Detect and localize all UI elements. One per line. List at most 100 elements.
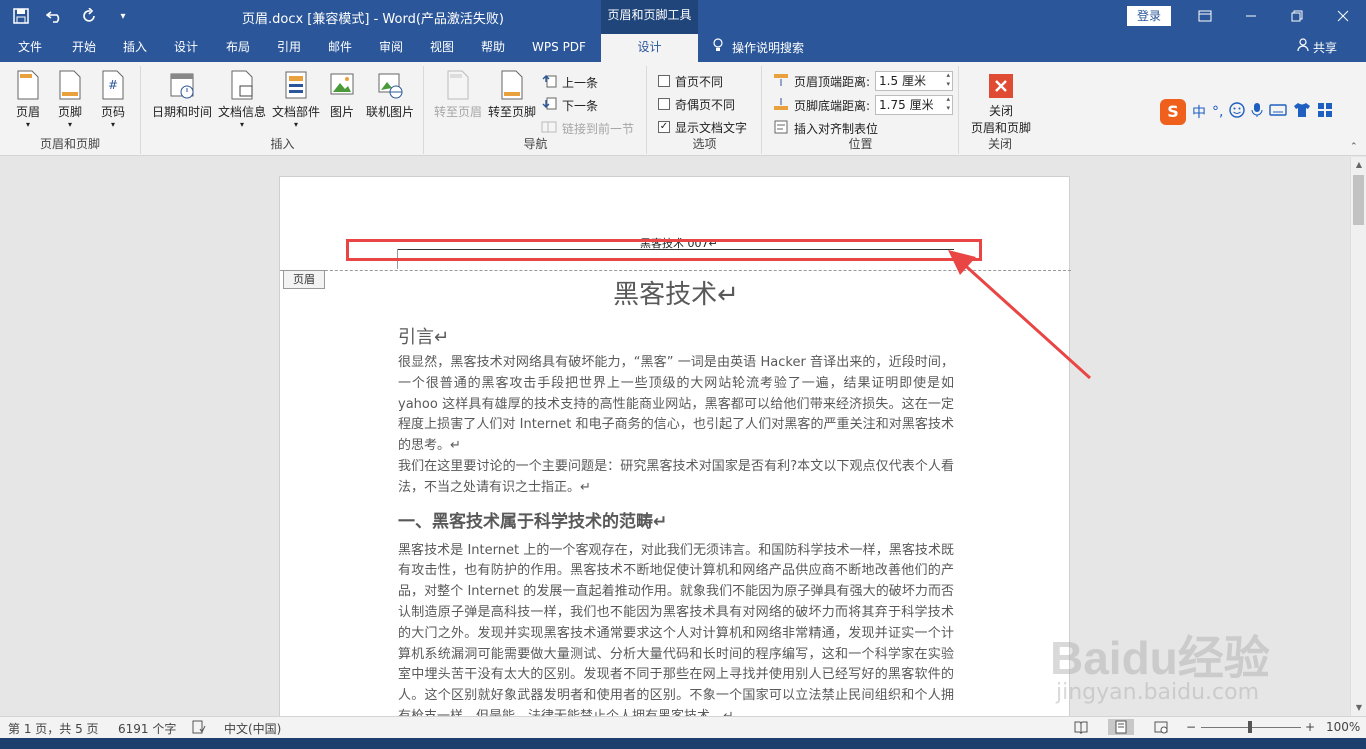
picture-icon	[329, 70, 355, 100]
doc-info-button[interactable]: 文档信息 ▾	[216, 70, 268, 129]
diff-odd-even-label: 奇偶页不同	[675, 97, 736, 112]
show-doc-text-label: 显示文档文字	[675, 120, 748, 135]
paragraph: 黑客技术是 Internet 上的一个客观存在，对此我们无须讳言。和国防科学技术…	[398, 542, 954, 716]
doc-parts-label: 文档部件	[271, 105, 320, 119]
ime-lang-toggle[interactable]: 中	[1192, 102, 1206, 122]
word-count[interactable]: 6191 个字	[118, 720, 176, 737]
previous-icon	[541, 74, 557, 91]
ribbon-tab-bar: 文件 开始 插入 设计 布局 引用 邮件 审阅 视图 帮助 WPS PDF 设计…	[0, 34, 1366, 62]
footer-bottom-label: 页脚底端距离:	[794, 98, 871, 113]
print-layout-icon[interactable]	[1108, 719, 1134, 735]
scroll-up-arrow-icon[interactable]: ▲	[1351, 157, 1366, 173]
footer-bottom-distance: 页脚底端距离: 1.75 厘米	[773, 95, 954, 115]
checkbox-checked-icon: ✓	[658, 121, 670, 133]
tab-insert[interactable]: 插入	[113, 34, 157, 62]
date-time-label: 日期和时间	[151, 105, 212, 119]
zoom-level[interactable]: 100%	[1326, 720, 1360, 734]
diff-odd-even-checkbox[interactable]: 奇偶页不同	[658, 94, 735, 114]
skin-shirt-icon[interactable]	[1293, 102, 1311, 122]
minimize-icon[interactable]	[1236, 4, 1266, 28]
vertical-scrollbar[interactable]: ▲ ▼	[1350, 157, 1366, 716]
tab-view[interactable]: 视图	[420, 34, 464, 62]
next-button[interactable]: 下一条	[541, 95, 598, 115]
annotation-highlight-box	[346, 239, 982, 261]
header-top-distance: 页眉顶端距离: 1.5 厘米	[773, 71, 954, 91]
picture-label: 图片	[329, 105, 354, 119]
scrollbar-thumb[interactable]	[1353, 175, 1364, 225]
tab-header-footer-design[interactable]: 设计	[601, 34, 698, 62]
sogou-logo-icon[interactable]: S	[1160, 99, 1186, 125]
tab-wps-pdf[interactable]: WPS PDF	[524, 34, 594, 62]
goto-header-button[interactable]: 转至页眉	[431, 70, 485, 120]
footer-bottom-spinner[interactable]: 1.75 厘米	[875, 95, 954, 115]
redo-icon[interactable]	[76, 4, 102, 28]
restore-icon[interactable]	[1282, 4, 1312, 28]
emoji-icon[interactable]	[1229, 102, 1246, 122]
toolbox-grid-icon[interactable]	[1317, 102, 1333, 122]
language-indicator[interactable]: 中文(中国)	[224, 720, 281, 737]
login-button[interactable]: 登录	[1127, 6, 1171, 26]
tab-layout[interactable]: 布局	[216, 34, 260, 62]
header-tag: 页眉	[283, 270, 325, 289]
group-label-close: 关闭	[987, 137, 1012, 151]
zoom-out-button[interactable]: −	[1186, 720, 1196, 734]
tab-home[interactable]: 开始	[62, 34, 106, 62]
tell-me-search[interactable]: 操作说明搜索	[712, 34, 804, 62]
previous-button[interactable]: 上一条	[541, 72, 598, 92]
close-window-icon[interactable]	[1328, 4, 1358, 28]
read-mode-icon[interactable]	[1074, 720, 1088, 737]
checkbox-unchecked-icon	[658, 75, 670, 87]
keyboard-icon[interactable]	[1269, 103, 1288, 121]
doc-parts-button[interactable]: 文档部件 ▾	[270, 70, 322, 129]
show-doc-text-checkbox[interactable]: ✓ 显示文档文字	[658, 117, 747, 137]
footer-button[interactable]: 页脚 ▾	[52, 70, 88, 129]
scroll-down-arrow-icon[interactable]: ▼	[1351, 700, 1366, 716]
insert-align-tab-label: 插入对齐制表位	[794, 121, 879, 136]
goto-header-label: 转至页眉	[433, 105, 482, 119]
page-header-icon	[15, 70, 41, 100]
date-time-button[interactable]: 日期和时间	[150, 70, 214, 120]
group-header-footer: 页眉 ▾ 页脚 ▾ # 页码 ▾ 页眉和页脚	[0, 66, 141, 154]
close-header-footer-button[interactable]: 关闭 页眉和页脚	[966, 70, 1036, 136]
header-distance-icon	[773, 73, 789, 90]
page-number-button[interactable]: # 页码 ▾	[95, 70, 131, 129]
lightbulb-icon	[712, 35, 724, 61]
tab-design[interactable]: 设计	[164, 34, 208, 62]
proofing-icon[interactable]	[192, 720, 206, 737]
tab-mailings[interactable]: 邮件	[318, 34, 362, 62]
zoom-in-button[interactable]: +	[1305, 720, 1315, 734]
zoom-slider-thumb[interactable]	[1248, 721, 1252, 733]
share-button[interactable]: 共享	[1297, 34, 1337, 62]
footer-distance-icon	[773, 97, 789, 114]
tab-file[interactable]: 文件	[8, 34, 52, 62]
customize-qat-icon[interactable]: ▾	[110, 4, 136, 28]
group-position: 页眉顶端距离: 1.5 厘米 页脚底端距离: 1.75 厘米 插入对齐制表位 位…	[763, 66, 959, 154]
ribbon-display-icon[interactable]	[1190, 4, 1220, 28]
microphone-icon[interactable]	[1251, 102, 1263, 122]
goto-footer-button[interactable]: 转至页脚	[485, 70, 539, 120]
picture-button[interactable]: 图片	[324, 70, 360, 120]
quick-access-toolbar: ▾	[8, 4, 136, 28]
header-button[interactable]: 页眉 ▾	[10, 70, 46, 129]
document-area: 黑客技术 007↵ 页眉 黑客技术↵ 引言↵ 很显然，黑客技术对网络具有破坏能力…	[0, 157, 1350, 716]
next-icon	[541, 97, 557, 114]
web-layout-icon[interactable]	[1154, 720, 1168, 737]
diff-first-page-checkbox[interactable]: 首页不同	[658, 71, 723, 91]
tab-references[interactable]: 引用	[267, 34, 311, 62]
tab-review[interactable]: 审阅	[369, 34, 413, 62]
page-count[interactable]: 第 1 页，共 5 页	[8, 720, 99, 737]
header-top-spinner[interactable]: 1.5 厘米	[875, 71, 954, 91]
tab-help[interactable]: 帮助	[471, 34, 515, 62]
document-title: 黑客技术↵	[613, 280, 739, 310]
document-body[interactable]: 黑客技术↵ 引言↵ 很显然，黑客技术对网络具有破坏能力，“黑客” 一词是由英语 …	[398, 275, 954, 716]
ime-punct-toggle[interactable]: °,	[1212, 104, 1223, 120]
page-number-label: 页码	[100, 105, 125, 119]
goto-footer-label: 转至页脚	[487, 105, 536, 119]
close-line2-label: 页眉和页脚	[970, 121, 1031, 135]
collapse-ribbon-icon[interactable]: ⌃	[1350, 142, 1358, 152]
online-picture-label: 联机图片	[365, 105, 414, 119]
online-picture-button[interactable]: 联机图片	[362, 70, 418, 120]
save-icon[interactable]	[8, 4, 34, 28]
undo-icon[interactable]	[42, 4, 68, 28]
close-line1-label: 关闭	[988, 104, 1013, 118]
